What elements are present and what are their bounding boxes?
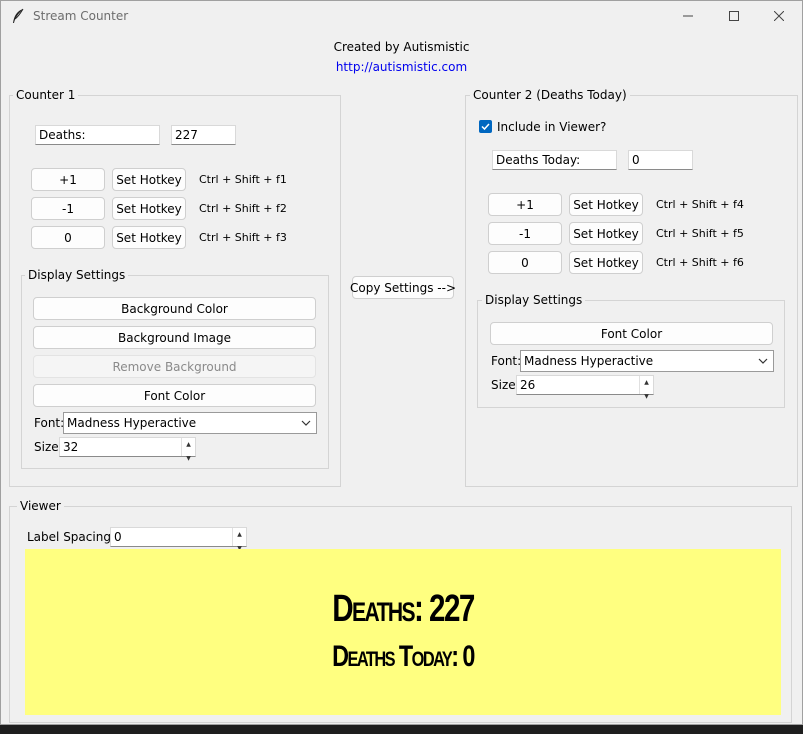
counter2-count-input[interactable]: 0 — [628, 150, 693, 170]
minimize-icon — [683, 15, 693, 17]
counter2-hotkey-2-label: Ctrl + Shift + f5 — [656, 227, 744, 240]
counter1-set-hotkey-2-button[interactable]: Set Hotkey — [112, 197, 186, 220]
spin-arrows-icon[interactable]: ▲▼ — [639, 376, 653, 400]
app-window: Stream Counter Created by Autismistic ht… — [0, 0, 803, 725]
counter2-legend: Counter 2 (Deaths Today) — [470, 88, 630, 102]
remove-background-button[interactable]: Remove Background — [33, 355, 316, 378]
counter2-display-legend: Display Settings — [482, 293, 586, 307]
created-by-label: Created by Autismistic — [333, 40, 470, 54]
counter1-hotkey-3-label: Ctrl + Shift + f3 — [199, 231, 287, 244]
counter2-font-color-button[interactable]: Font Color — [490, 322, 773, 345]
checkmark-icon — [481, 123, 490, 131]
counter1-label-input[interactable]: Deaths: — [35, 125, 160, 145]
chevron-down-icon — [301, 420, 311, 426]
close-button[interactable] — [756, 1, 802, 31]
counter2-hotkey-3-label: Ctrl + Shift + f6 — [656, 256, 744, 269]
counter1-minus-one-button[interactable]: -1 — [31, 197, 105, 220]
include-in-viewer-checkbox[interactable] — [479, 120, 492, 133]
spin-arrows-icon[interactable]: ▲▼ — [181, 438, 195, 462]
counter1-hotkey-1-label: Ctrl + Shift + f1 — [199, 173, 287, 186]
background-color-button[interactable]: Background Color — [33, 297, 316, 320]
counter2-minus-one-button[interactable]: -1 — [488, 222, 562, 245]
viewer-line-2: Deaths Today: 0 — [332, 640, 475, 673]
counter1-set-hotkey-3-button[interactable]: Set Hotkey — [112, 226, 186, 249]
counter2-font-select[interactable]: Madness Hyperactive — [520, 350, 774, 372]
counter1-plus-one-button[interactable]: +1 — [31, 168, 105, 191]
viewer-preview: Deaths: 227 Deaths Today: 0 — [25, 549, 781, 715]
chevron-down-icon — [758, 358, 768, 364]
minimize-button[interactable] — [665, 1, 711, 31]
spin-arrows-icon[interactable]: ▲▼ — [232, 528, 246, 552]
counter1-size-spinbox[interactable]: 32 ▲ ▼ — [59, 437, 196, 462]
window-title: Stream Counter — [33, 9, 129, 23]
feather-icon — [13, 8, 24, 23]
counter2-set-hotkey-3-button[interactable]: Set Hotkey — [569, 251, 643, 274]
counter1-font-select[interactable]: Madness Hyperactive — [63, 412, 317, 434]
maximize-button[interactable] — [711, 1, 757, 31]
counter1-font-value: Madness Hyperactive — [67, 416, 197, 430]
counter2-font-value: Madness Hyperactive — [524, 354, 654, 368]
label-spacing-value: 0 — [114, 530, 122, 544]
maximize-icon — [729, 11, 739, 21]
counter2-hotkey-1-label: Ctrl + Shift + f4 — [656, 198, 744, 211]
viewer-line-1: Deaths: 227 — [332, 588, 475, 630]
copy-settings-button[interactable]: Copy Settings --> — [350, 276, 456, 299]
website-link[interactable]: http://autismistic.com — [1, 60, 802, 74]
counter2-reset-button[interactable]: 0 — [488, 251, 562, 274]
counter1-hotkey-2-label: Ctrl + Shift + f2 — [199, 202, 287, 215]
counter1-font-color-button[interactable]: Font Color — [33, 384, 316, 407]
counter1-display-legend: Display Settings — [25, 268, 129, 282]
counter1-font-label: Font: — [34, 416, 65, 430]
background-terminal — [0, 725, 803, 734]
counter2-set-hotkey-2-button[interactable]: Set Hotkey — [569, 222, 643, 245]
counter2-set-hotkey-1-button[interactable]: Set Hotkey — [569, 193, 643, 216]
counter1-set-hotkey-1-button[interactable]: Set Hotkey — [112, 168, 186, 191]
counter2-font-label: Font: — [491, 354, 522, 368]
counter2-size-value: 26 — [520, 378, 536, 392]
counter2-plus-one-button[interactable]: +1 — [488, 193, 562, 216]
title-bar[interactable]: Stream Counter — [1, 1, 802, 31]
counter2-size-spinbox[interactable]: 26 ▲ ▼ — [516, 375, 654, 400]
close-icon — [774, 11, 784, 21]
label-spacing-spinbox[interactable]: 0 ▲▼ — [110, 527, 247, 552]
background-image-button[interactable]: Background Image — [33, 326, 316, 349]
viewer-legend: Viewer — [17, 499, 64, 513]
label-spacing-label: Label Spacing: — [27, 530, 115, 544]
counter1-legend: Counter 1 — [13, 88, 79, 102]
counter1-reset-button[interactable]: 0 — [31, 226, 105, 249]
counter1-count-input[interactable]: 227 — [171, 125, 236, 145]
include-in-viewer-label[interactable]: Include in Viewer? — [497, 120, 606, 134]
counter2-label-input[interactable]: Deaths Today: — [492, 150, 617, 170]
counter1-size-value: 32 — [63, 440, 79, 454]
